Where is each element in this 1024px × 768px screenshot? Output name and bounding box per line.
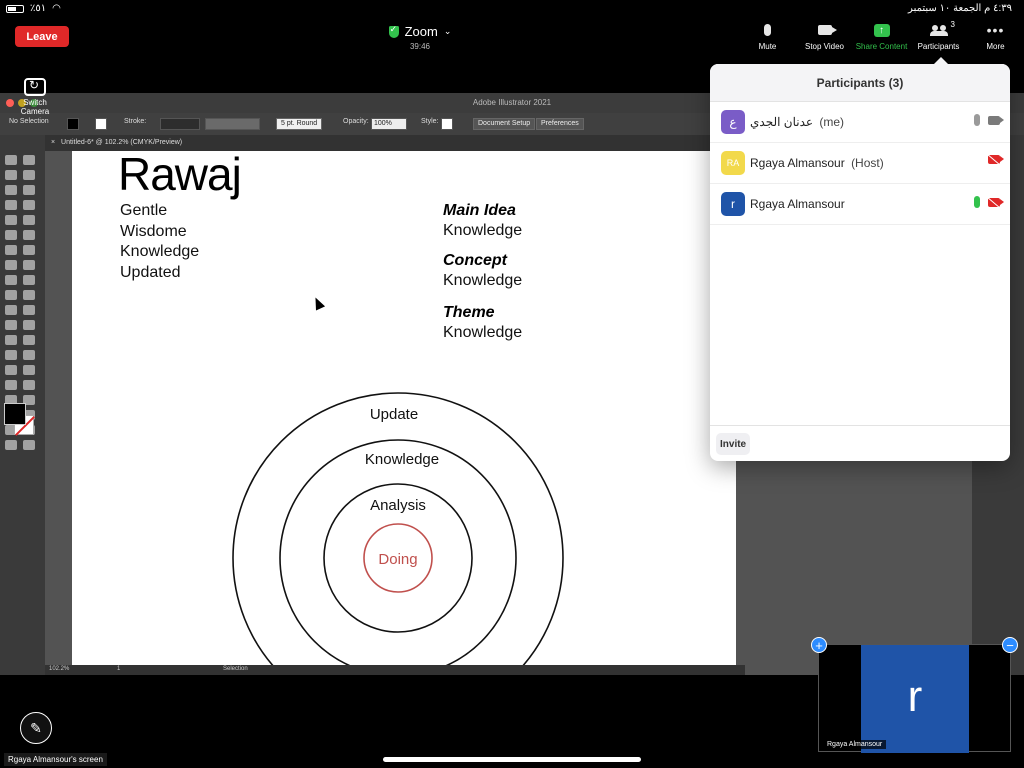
participant-name: عدنان الجدي (me)	[750, 115, 844, 129]
preferences-button: Preferences	[536, 118, 584, 130]
participant-display-name: عدنان الجدي	[750, 115, 814, 129]
microphone-active-icon	[974, 196, 980, 208]
thumbnail-name: Rgaya Almansour	[823, 740, 887, 749]
participant-status-icons	[974, 114, 1004, 126]
artboard: Rawaj Gentle Wisdome Knowledge Updated M…	[72, 151, 736, 665]
meeting-timer: 39:46	[409, 42, 431, 51]
camera-switch-icon	[24, 78, 46, 96]
participant-display-name: Rgaya Almansour	[750, 156, 845, 170]
battery-icon	[6, 4, 24, 13]
mute-label: Mute	[758, 42, 777, 51]
participant-name: Rgaya Almansour (Host)	[750, 156, 884, 170]
toolbar-actions: Mute Stop Video ↑ Share Content Particip…	[739, 20, 1024, 51]
avatar: ع	[721, 110, 745, 134]
concentric-circles-diagram: Update Knowledge Analysis Doing	[232, 392, 564, 665]
status-bar: ٪٥١ ◠ ٤:٣٩ م الجمعة ١٠ سبتمبر	[0, 0, 1024, 18]
participant-display-name: Rgaya Almansour	[750, 197, 845, 211]
stroke-label: Stroke:	[124, 118, 147, 125]
stop-video-label: Stop Video	[805, 42, 844, 51]
more-dots-icon: •••	[986, 22, 1005, 38]
status-left: ٪٥١ ◠	[6, 3, 61, 14]
inner-ring-label: Analysis	[370, 497, 426, 514]
illustrator-status-bar: 102.2% 1 Selection	[45, 665, 745, 675]
artboard-number: 1	[117, 666, 121, 672]
share-content-button[interactable]: ↑ Share Content	[853, 20, 910, 51]
variable-width-field	[205, 118, 260, 130]
wifi-icon: ◠	[52, 3, 61, 14]
participants-panel-title: Participants (3)	[710, 64, 1010, 102]
shared-screen-label: Rgaya Almansour's screen	[4, 753, 107, 766]
share-content-label: Share Content	[855, 42, 908, 51]
zoom-level: 102.2%	[49, 666, 70, 672]
selection-status: No Selection	[9, 118, 49, 125]
participant-role: (me)	[819, 115, 845, 129]
participant-row[interactable]: r Rgaya Almansour	[710, 184, 1010, 225]
outer-ring-label: Update	[370, 406, 418, 423]
video-off-icon	[988, 197, 1004, 207]
participant-name: Rgaya Almansour	[750, 197, 845, 211]
style-label: Style:	[421, 118, 439, 125]
video-camera-icon	[817, 25, 837, 35]
opacity-field: 100%	[371, 118, 407, 130]
pencil-icon: ✎	[30, 720, 42, 736]
microphone-muted-icon	[974, 114, 980, 126]
middle-ring-label: Knowledge	[365, 451, 439, 468]
participants-button[interactable]: Participants 3	[910, 20, 967, 51]
chevron-down-icon: ⌄	[443, 26, 452, 36]
app-title: Zoom	[404, 24, 438, 39]
avatar: r	[721, 192, 745, 216]
encryption-shield-icon	[388, 24, 399, 38]
share-arrow-icon: ↑	[873, 23, 890, 37]
home-indicator[interactable]	[383, 757, 641, 762]
more-label: More	[986, 42, 1005, 51]
invite-button[interactable]: Invite	[716, 433, 751, 455]
outer-ring	[232, 392, 564, 665]
avatar: RA	[721, 151, 745, 175]
opacity-label: Opacity:	[343, 118, 369, 125]
close-icon: ×	[51, 139, 56, 146]
leave-button[interactable]: Leave	[15, 26, 69, 47]
style-swatch	[441, 118, 453, 130]
battery-level: ٪٥١	[30, 3, 47, 14]
brush-definition: 5 pt. Round	[276, 118, 323, 130]
expand-plus-icon[interactable]: +	[811, 637, 827, 653]
status-datetime: ٤:٣٩ م الجمعة ١٠ سبتمبر	[908, 3, 1012, 14]
document-tab: × Untitled-6* @ 102.2% (CMYK/Preview)	[45, 135, 745, 151]
participants-panel: Participants (3) ع عدنان الجدي (me) RA R…	[710, 57, 1010, 461]
video-on-icon	[988, 115, 1004, 125]
participants-panel-footer: Invite	[710, 425, 1010, 461]
thumbnail-avatar: r	[861, 645, 969, 753]
document-tab-title: Untitled-6* @ 102.2% (CMYK/Preview)	[61, 139, 183, 146]
collapse-minus-icon[interactable]: −	[1002, 637, 1018, 653]
participant-status-icons	[988, 155, 1004, 164]
illustrator-toolbar	[0, 135, 45, 675]
core-ring-label: Doing	[378, 551, 417, 568]
document-setup-button: Document Setup	[473, 118, 536, 130]
participants-count: 3	[950, 20, 955, 29]
meeting-toolbar: Leave Zoom ⌄ 39:46 Mute Stop Video ↑ Sha…	[0, 18, 1024, 56]
fill-color-icon	[4, 403, 26, 425]
participants-icon	[929, 24, 948, 36]
illustrator-window-title: Adobe Illustrator 2021	[472, 98, 552, 107]
microphone-icon	[764, 24, 771, 36]
participant-row[interactable]: ع عدنان الجدي (me)	[710, 102, 1010, 143]
zoom-screen: ٪٥١ ◠ ٤:٣٩ م الجمعة ١٠ سبتمبر Leave Zoom…	[0, 0, 1024, 768]
video-off-icon	[988, 155, 1004, 164]
participant-role: (Host)	[851, 156, 884, 170]
switch-camera-label: Switch Camera	[20, 98, 50, 116]
participants-label: Participants	[917, 42, 960, 51]
participant-status-icons	[974, 196, 1004, 208]
stroke-weight-field	[160, 118, 200, 130]
fill-swatch	[67, 118, 79, 130]
video-thumbnail[interactable]: r Rgaya Almansour + −	[811, 637, 1018, 753]
switch-camera-button[interactable]: Switch Camera	[8, 78, 62, 116]
stop-video-button[interactable]: Stop Video	[796, 20, 853, 51]
annotate-button[interactable]: ✎	[20, 712, 52, 744]
status-tool: Selection	[223, 666, 248, 672]
stroke-swatch	[95, 118, 107, 130]
meeting-title[interactable]: Zoom ⌄ 39:46	[360, 24, 480, 51]
more-button[interactable]: ••• More	[967, 20, 1024, 51]
mute-button[interactable]: Mute	[739, 20, 796, 51]
participant-row[interactable]: RA Rgaya Almansour (Host)	[710, 143, 1010, 184]
